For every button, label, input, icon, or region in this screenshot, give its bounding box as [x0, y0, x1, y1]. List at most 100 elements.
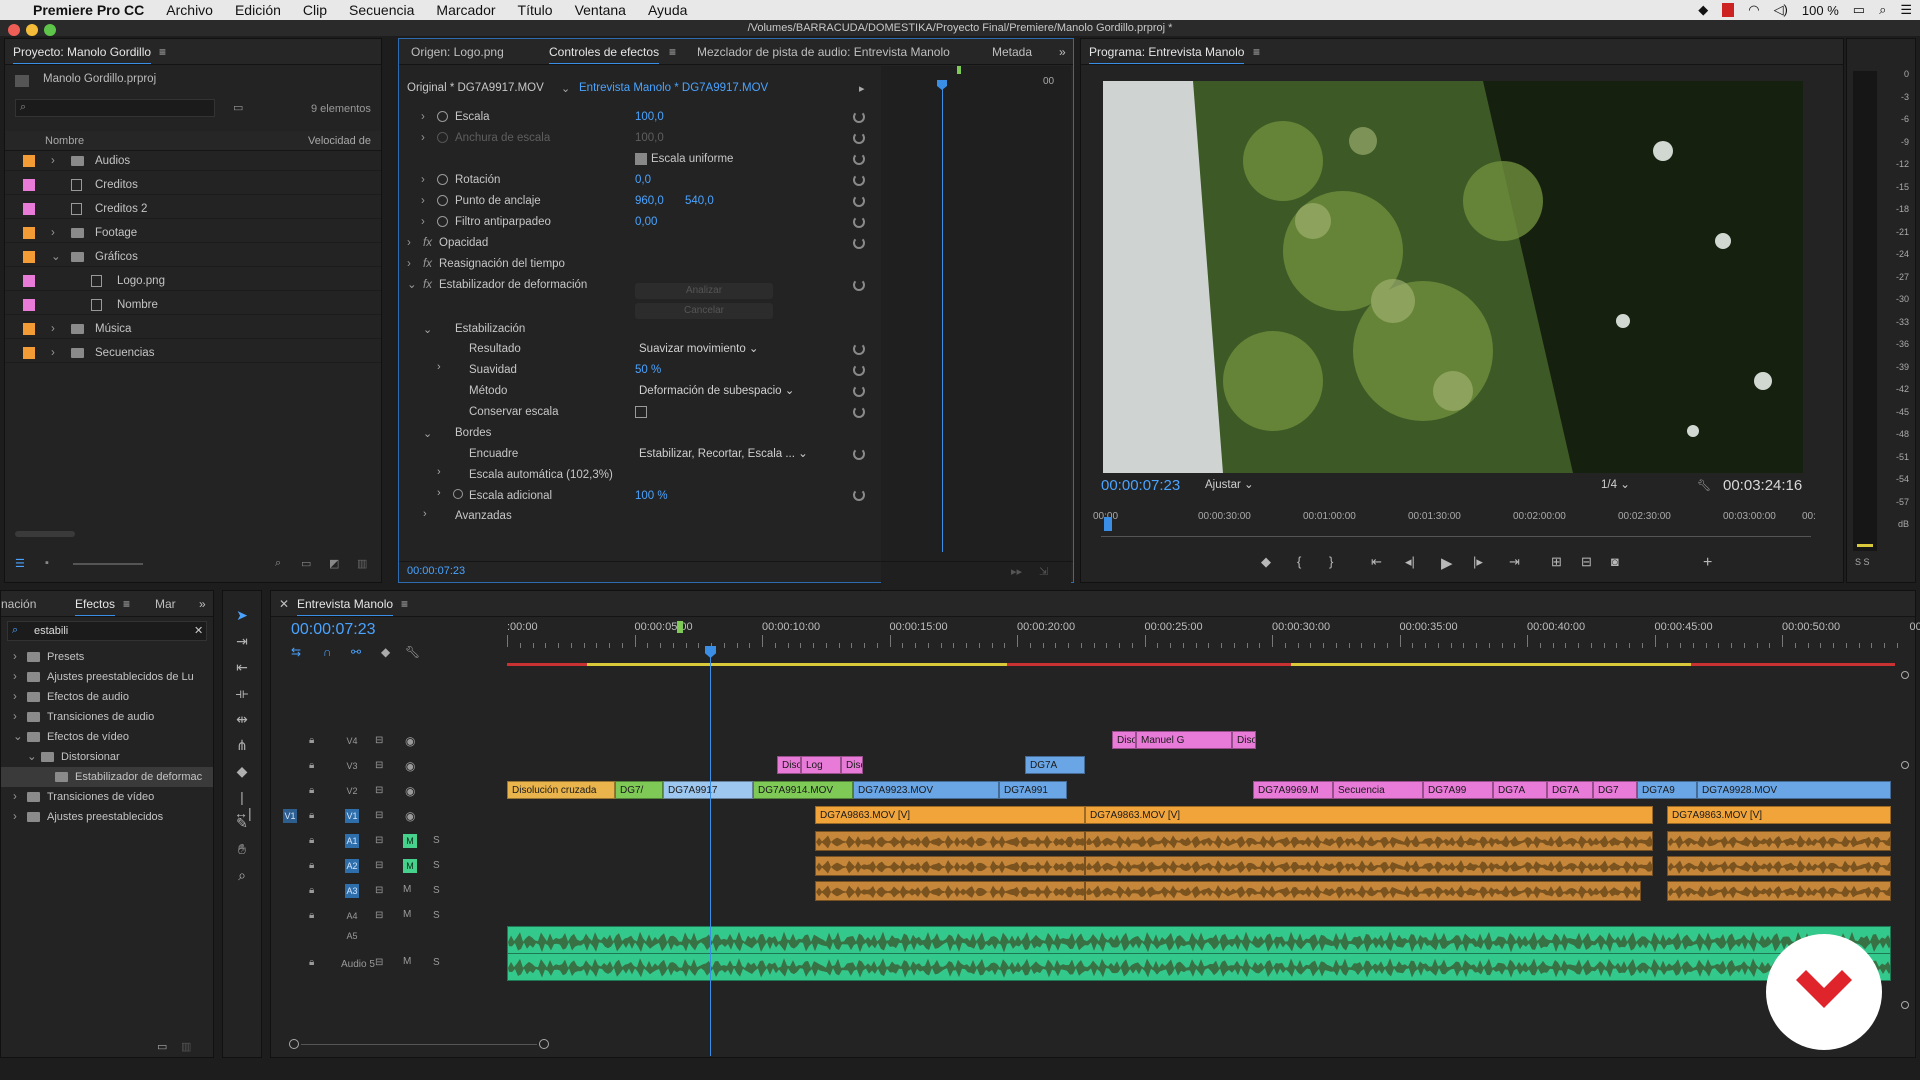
step-back-icon[interactable]: ◂| — [1405, 554, 1415, 570]
eye-icon[interactable]: ◉ — [405, 809, 415, 823]
lift-icon[interactable]: ⊞ — [1551, 554, 1562, 570]
tab-info[interactable]: nación — [1, 597, 36, 611]
program-playhead[interactable] — [1104, 517, 1112, 531]
eye-icon[interactable]: ◉ — [405, 759, 415, 773]
effect-property-row[interactable]: Escala uniforme — [399, 149, 881, 169]
slip-tool-icon[interactable]: ◆ — [234, 763, 250, 779]
effects-tree-item[interactable]: › Ajustes preestablecidos de Lu — [1, 667, 213, 687]
reset-icon[interactable] — [853, 448, 865, 460]
timeline-settings-icon[interactable]: 🔧︎ — [405, 645, 420, 659]
project-item[interactable]: Nombre — [5, 295, 381, 315]
menu-edicion[interactable]: Edición — [224, 2, 292, 18]
clip-v3[interactable]: Diso — [777, 756, 801, 774]
clip-v2[interactable]: DG7A99 — [1423, 781, 1493, 799]
project-search-input[interactable]: ⌕ — [15, 99, 215, 117]
audio-clip[interactable] — [1667, 831, 1891, 851]
zoom-slider[interactable] — [73, 563, 143, 565]
cancel-button[interactable]: Cancelar — [635, 303, 773, 319]
new-bin-footer-icon[interactable]: ▭ — [301, 557, 311, 570]
lock-icon[interactable]: 🔒︎ — [309, 810, 314, 821]
clip-v1[interactable]: DG7A9863.MOV [V] — [1667, 806, 1891, 824]
menu-ayuda[interactable]: Ayuda — [637, 2, 698, 18]
more-tabs-icon[interactable]: » — [199, 597, 206, 611]
export-icon[interactable]: ⇲ — [1039, 565, 1048, 578]
find-icon[interactable]: ⌕ — [275, 557, 281, 570]
property-value[interactable]: 0,00 — [635, 212, 657, 232]
reset-icon[interactable] — [853, 343, 865, 355]
audio-clip[interactable] — [1667, 856, 1891, 876]
effects-timecode[interactable]: 00:00:07:23 — [407, 565, 465, 577]
chevron-right-icon[interactable]: › — [407, 254, 411, 274]
lock-icon[interactable]: 🔒︎ — [309, 860, 314, 871]
ripple-edit-tool-icon[interactable]: ⇤ — [234, 659, 250, 675]
scroll-handle-top[interactable] — [1901, 671, 1909, 679]
stopwatch-icon[interactable] — [437, 216, 448, 227]
panel-menu-icon[interactable]: ≡ — [401, 597, 408, 611]
export-frame-icon[interactable]: ◙ — [1611, 554, 1619, 569]
panel-menu-icon[interactable]: ≡ — [159, 45, 166, 59]
reset-icon[interactable] — [853, 216, 865, 228]
lock-icon[interactable]: 🔒︎ — [309, 760, 314, 771]
clip-v2[interactable]: DG7A9 — [1637, 781, 1697, 799]
clip-v2[interactable]: DG7A991 — [999, 781, 1067, 799]
close-window-button[interactable] — [8, 24, 20, 36]
dropbox-icon[interactable]: ◆ — [1698, 2, 1708, 18]
nest-icon[interactable]: ⇆ — [291, 645, 301, 659]
chevron-right-icon[interactable]: › — [437, 487, 441, 499]
program-scrubber[interactable] — [1101, 536, 1811, 537]
effect-property-row[interactable]: › Rotación 0,0 — [399, 170, 881, 190]
project-item[interactable]: Creditos — [5, 175, 381, 195]
property-value-2[interactable]: 540,0 — [685, 191, 714, 211]
menu-ventana[interactable]: Ventana — [564, 2, 637, 18]
chevron-right-icon[interactable]: › — [421, 107, 425, 127]
chevron-right-icon[interactable]: › — [421, 128, 425, 148]
slide-tool-icon[interactable]: |↔| — [234, 789, 252, 821]
resolution-dropdown[interactable]: 1/4 ⌄ — [1601, 476, 1681, 494]
track-target-v3[interactable]: V3 — [345, 759, 359, 773]
framing-dropdown[interactable]: Estabilizar, Recortar, Escala ... ⌄ — [639, 445, 808, 463]
clip-v4[interactable]: Diso — [1112, 731, 1136, 749]
chevron-right-icon[interactable]: › — [13, 807, 17, 827]
property-value[interactable]: 100,0 — [635, 128, 664, 148]
chevron-down-icon[interactable]: ⌄ — [13, 727, 23, 747]
chevron-right-icon[interactable]: › — [13, 707, 17, 727]
solo-button[interactable]: S — [433, 957, 440, 968]
play-clip-icon[interactable]: ▸ — [859, 82, 865, 95]
chevron-down-icon[interactable]: ⌄ — [423, 427, 432, 440]
notification-icon[interactable]: ☰ — [1900, 2, 1912, 18]
chevron-down-icon[interactable]: ⌄ — [27, 747, 37, 767]
clip-v1[interactable]: DG7A9863.MOV [V] — [1085, 806, 1653, 824]
solo-button[interactable]: S — [433, 910, 440, 921]
track-target-a2[interactable]: A2 — [345, 859, 359, 873]
tab-source[interactable]: Origen: Logo.png — [411, 45, 504, 59]
effects-tree-item[interactable]: ⌄ Efectos de vídeo — [1, 727, 213, 747]
tab-program[interactable]: Programa: Entrevista Manolo — [1089, 45, 1245, 64]
audio-clip[interactable] — [1085, 856, 1653, 876]
reset-icon[interactable] — [853, 111, 865, 123]
solo-button[interactable]: S — [433, 835, 440, 846]
clip-v2[interactable]: DG7 — [1593, 781, 1637, 799]
lock-icon[interactable]: 🔒︎ — [309, 835, 314, 846]
go-to-out-icon[interactable]: ⇥ — [1509, 554, 1520, 570]
app-status-icon[interactable] — [1722, 3, 1735, 17]
reset-icon[interactable] — [853, 132, 865, 144]
effect-property-row[interactable]: › Anchura de escala 100,0 — [399, 128, 881, 148]
solo-button[interactable]: S — [433, 885, 440, 896]
audio-clip[interactable] — [815, 831, 1085, 851]
effects-tree-item[interactable]: ⌄ Distorsionar — [1, 747, 213, 767]
track-target-v4[interactable]: V4 — [345, 734, 359, 748]
property-value[interactable]: 0,0 — [635, 170, 651, 190]
track-target-v2[interactable]: V2 — [345, 784, 359, 798]
clip-v1[interactable]: DG7A9863.MOV [V] — [815, 806, 1085, 824]
zoom-tool-icon[interactable]: ⌕ — [234, 867, 250, 883]
reset-icon[interactable] — [853, 174, 865, 186]
chevron-right-icon[interactable]: › — [51, 343, 55, 363]
voiceover-icon[interactable]: ⊟ — [375, 860, 383, 871]
effect-property-row[interactable]: › fx Opacidad — [399, 233, 881, 253]
extra-scale-value[interactable]: 100 % — [635, 486, 668, 506]
stopwatch-icon[interactable] — [437, 195, 448, 206]
chevron-down-icon[interactable]: ⌄ — [561, 82, 570, 95]
effects-tree-item[interactable]: › Ajustes preestablecidos — [1, 807, 213, 827]
uniform-scale-checkbox[interactable] — [635, 153, 647, 165]
reset-icon[interactable] — [853, 237, 865, 249]
